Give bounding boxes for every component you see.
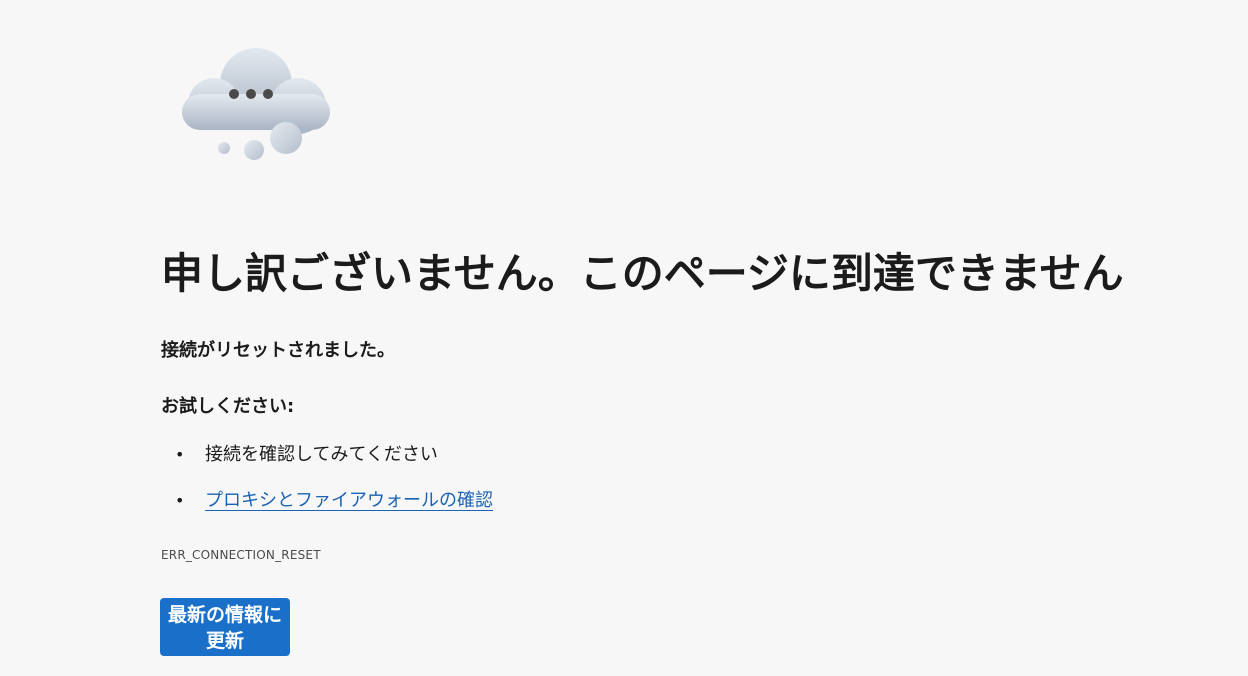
cloud-thinking-icon <box>182 48 330 160</box>
bullet-icon: • <box>175 491 185 510</box>
suggestion-check-connection: • 接続を確認してみてください <box>161 440 493 470</box>
proxy-firewall-link[interactable]: プロキシとファイアウォールの確認 <box>205 490 493 511</box>
suggestion-list: • 接続を確認してみてください • プロキシとファイアウォールの確認 <box>161 440 493 532</box>
suggestion-check-proxy-firewall: • プロキシとファイアウォールの確認 <box>161 486 493 516</box>
error-page: 申し訳ございません。このページに到達できません 接続がリセットされました。 お試… <box>0 0 1248 676</box>
try-heading: お試しください: <box>161 396 295 417</box>
error-code: ERR_CONNECTION_RESET <box>161 548 321 562</box>
suggestion-text: 接続を確認してみてください <box>205 444 438 465</box>
bullet-icon: • <box>175 445 185 464</box>
error-description: 接続がリセットされました。 <box>161 340 395 361</box>
refresh-button[interactable]: 最新の情報に更新 <box>160 598 290 656</box>
page-title: 申し訳ございません。このページに到達できません <box>161 249 1124 298</box>
